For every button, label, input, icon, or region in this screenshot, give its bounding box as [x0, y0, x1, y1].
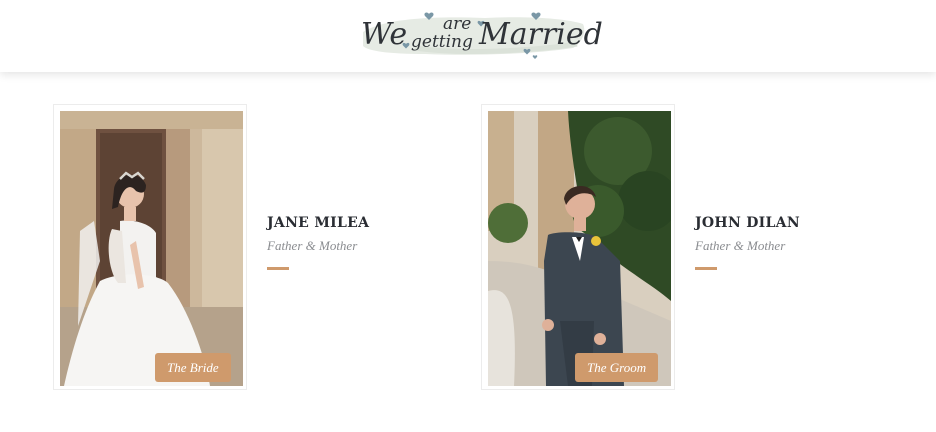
- bride-photo-frame: The Bride: [53, 104, 247, 390]
- logo-text-we: We: [361, 17, 408, 52]
- bride-name: JANE MILEA: [267, 215, 370, 231]
- bride-photo: [60, 111, 243, 386]
- bride-role-tag: The Bride: [155, 353, 231, 382]
- logo-text-getting: getting: [411, 32, 473, 52]
- accent-divider: [695, 267, 717, 270]
- groom-parents: Father & Mother: [695, 238, 786, 253]
- groom-info: JOHN DILAN Father & Mother: [695, 212, 895, 270]
- groom-photo: [488, 111, 671, 386]
- bride-info: JANE MILEA Father & Mother: [267, 212, 467, 270]
- groom-name: JOHN DILAN: [695, 215, 800, 231]
- logo-text-married: Married: [479, 17, 603, 52]
- logo-text-are: are: [443, 14, 472, 34]
- bride-parents: Father & Mother: [267, 238, 358, 253]
- site-header: We are getting Married: [0, 0, 936, 72]
- accent-divider: [267, 267, 289, 270]
- site-logo[interactable]: We are getting Married: [355, 8, 603, 64]
- groom-photo-frame: The Groom: [481, 104, 675, 390]
- groom-role-tag: The Groom: [575, 353, 659, 382]
